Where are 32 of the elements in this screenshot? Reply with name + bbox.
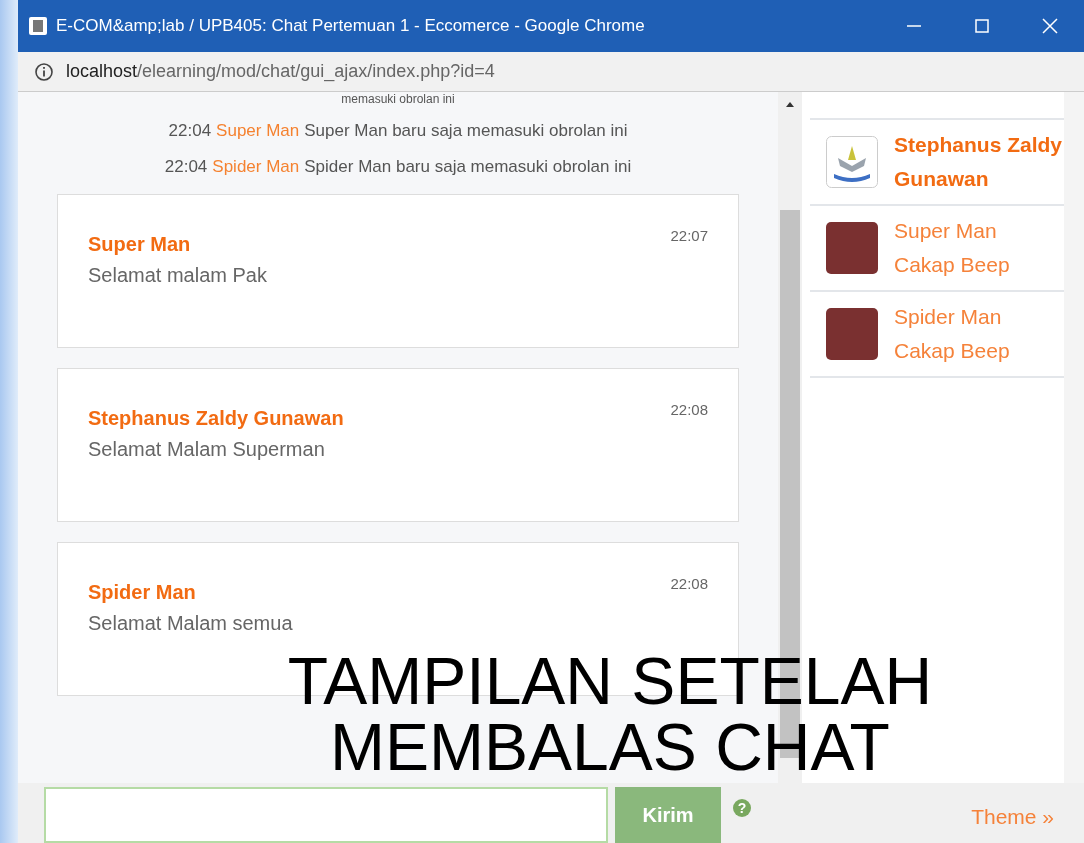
photo-placeholder [826, 222, 878, 274]
close-icon[interactable] [1040, 16, 1060, 36]
message-author: Stephanus Zaldy Gunawan [88, 407, 344, 430]
beep-link[interactable]: Cakap Beep [894, 334, 1064, 368]
page-icon [28, 16, 48, 36]
info-icon[interactable] [34, 61, 54, 82]
system-message: memasuki obrolan ini [341, 92, 455, 106]
user-name[interactable]: Stephanus Zaldy Gunawan [894, 128, 1064, 196]
caption-text: TAMPILAN SETELAH [287, 648, 933, 714]
logo-avatar-icon [826, 136, 878, 188]
user-name[interactable]: Super Man [894, 214, 1064, 248]
message-text: Selamat malam Pak [88, 264, 268, 287]
scroll-up-icon[interactable] [785, 100, 795, 110]
message-time: 22:07 [670, 227, 708, 244]
system-message: 22:04 Spider Man Spider Man baru saja memasuki obrolan ini [164, 156, 632, 178]
beep-link[interactable]: Cakap Beep [894, 248, 1064, 282]
send-button[interactable]: Kirim [615, 787, 721, 843]
window-title: E-COM&amp;lab / UPB405: Chat Pertemuan 1 - Eccomerce - Google Chrome [56, 16, 646, 36]
help-icon[interactable]: ? [733, 799, 751, 817]
photo-placeholder [826, 308, 878, 360]
message-text: Selamat Malam Superman [88, 438, 326, 461]
message-input[interactable] [44, 787, 608, 843]
message-time: 22:08 [670, 401, 708, 418]
caption-text: MEMBALAS CHAT [330, 714, 890, 780]
message-author: Spider Man [88, 581, 196, 604]
maximize-icon[interactable] [972, 16, 992, 36]
message-time: 22:08 [670, 575, 708, 592]
theme-link[interactable]: Theme » [971, 805, 1054, 829]
user-name[interactable]: Spider Man [894, 300, 1064, 334]
message-author: Super Man [88, 233, 191, 256]
message-text: Selamat Malam semua [88, 612, 294, 635]
system-message: 22:04 Super Man Super Man baru saja memasuki obrolan ini [168, 120, 628, 142]
